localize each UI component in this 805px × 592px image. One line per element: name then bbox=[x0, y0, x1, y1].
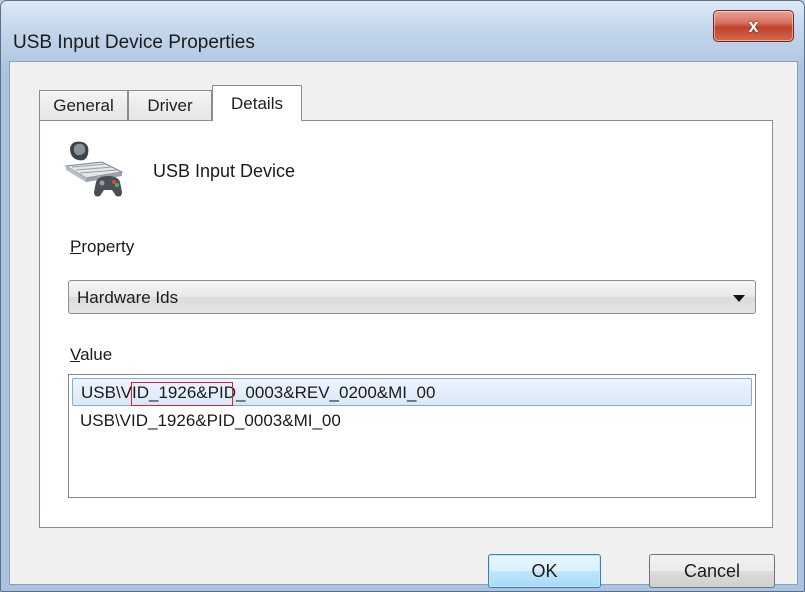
list-item-text: USB\VID_1926&PID_0003&MI_00 bbox=[80, 411, 341, 430]
title-bar[interactable]: USB Input Device Properties x bbox=[1, 1, 804, 61]
cancel-button[interactable]: Cancel bbox=[649, 554, 775, 588]
device-name: USB Input Device bbox=[153, 161, 296, 181]
properties-dialog: USB Input Device Properties x General Dr… bbox=[0, 0, 805, 592]
value-listbox[interactable]: USB\VID_1926&PID_0003&REV_0200&MI_00 USB… bbox=[68, 374, 756, 498]
details-panel: USB Input Device Property Hardware Ids V… bbox=[39, 120, 773, 528]
usb-input-device-icon bbox=[64, 141, 124, 197]
value-label: Value bbox=[70, 345, 112, 365]
tab-driver[interactable]: Driver bbox=[128, 90, 212, 120]
property-label-rest: roperty bbox=[81, 237, 135, 256]
ok-button-label: OK bbox=[531, 560, 558, 581]
value-accesskey: V bbox=[70, 345, 81, 364]
chevron-down-icon bbox=[733, 295, 745, 302]
window-title: USB Input Device Properties bbox=[13, 32, 255, 53]
property-accesskey: P bbox=[70, 237, 82, 256]
property-label: Property bbox=[70, 237, 134, 257]
tab-general-label: General bbox=[53, 95, 114, 115]
ok-button[interactable]: OK bbox=[488, 554, 601, 588]
tab-general[interactable]: General bbox=[39, 90, 128, 120]
dialog-body: General Driver Details USB Input Device … bbox=[9, 61, 798, 588]
tab-details[interactable]: Details bbox=[212, 85, 302, 121]
list-item[interactable]: USB\VID_1926&PID_0003&MI_00 bbox=[72, 407, 752, 435]
tab-details-label: Details bbox=[231, 93, 283, 113]
property-dropdown-value: Hardware Ids bbox=[77, 288, 179, 307]
value-label-rest: alue bbox=[80, 345, 113, 364]
tab-driver-label: Driver bbox=[147, 95, 193, 115]
close-icon: x bbox=[748, 15, 759, 36]
property-dropdown[interactable]: Hardware Ids bbox=[68, 280, 756, 314]
close-button[interactable]: x bbox=[713, 10, 794, 42]
cancel-button-label: Cancel bbox=[683, 560, 741, 581]
list-item[interactable]: USB\VID_1926&PID_0003&REV_0200&MI_00 bbox=[72, 378, 752, 406]
annotation-highlight-box bbox=[131, 382, 233, 406]
